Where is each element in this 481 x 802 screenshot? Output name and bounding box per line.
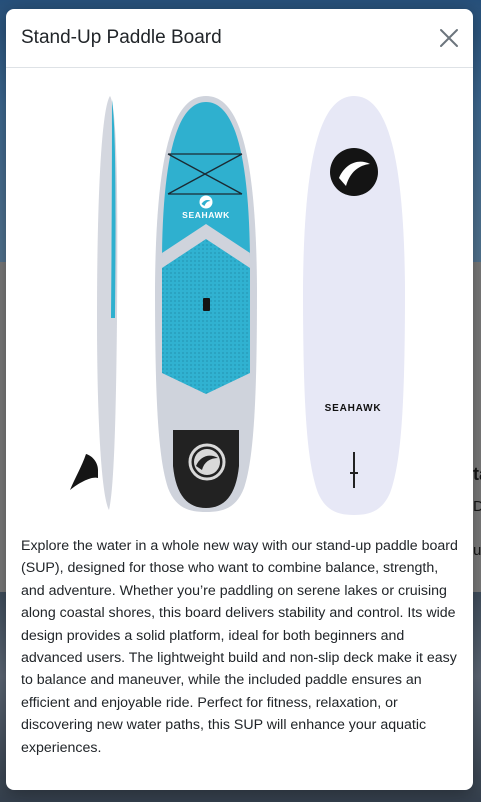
board-brand-front: SEAHAWK xyxy=(182,210,230,220)
board-brand-back: SEAHAWK xyxy=(325,403,382,414)
board-bottom-view: SEAHAWK xyxy=(303,96,405,515)
carry-handle xyxy=(203,298,210,311)
modal-header: Stand-Up Paddle Board xyxy=(6,9,473,68)
product-modal: Stand-Up Paddle Board SEAHAWK SEAHAWK Ex… xyxy=(6,9,473,790)
close-button[interactable] xyxy=(437,26,461,50)
product-description: Explore the water in a whole new way wit… xyxy=(21,538,458,756)
fin-box xyxy=(353,452,355,488)
modal-title: Stand-Up Paddle Board xyxy=(21,27,222,48)
paddle-board-image: SEAHAWK SEAHAWK xyxy=(70,96,405,515)
close-icon xyxy=(440,29,458,47)
fin xyxy=(70,454,98,490)
board-side-view xyxy=(70,96,118,510)
board-deck-view: SEAHAWK xyxy=(155,96,257,512)
